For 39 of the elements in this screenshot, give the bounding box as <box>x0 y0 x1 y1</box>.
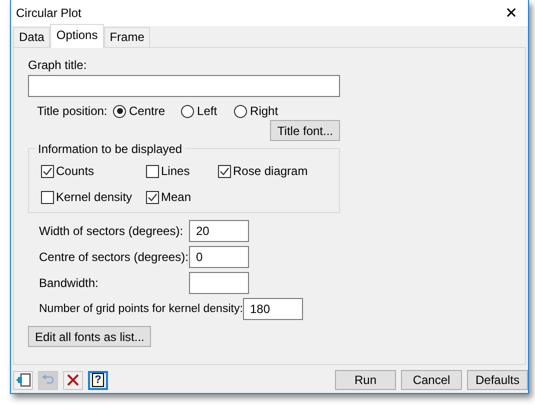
checkbox[interactable]: Mean <box>146 190 218 204</box>
radio-button[interactable]: Right <box>234 104 278 118</box>
edit-fonts-button[interactable]: Edit all fonts as list... <box>28 326 152 347</box>
field-label: Centre of sectors (degrees): <box>39 250 189 264</box>
group-legend: Information to be displayed <box>35 142 186 156</box>
transfer-icon <box>15 373 31 387</box>
clear-button[interactable] <box>63 370 83 390</box>
tab[interactable]: Data <box>13 27 50 47</box>
cancel-button[interactable]: Cancel <box>401 370 462 390</box>
field-label: Number of grid points for kernel density: <box>39 303 243 315</box>
field-label: Graph title: <box>28 58 87 72</box>
number-field[interactable] <box>189 272 249 294</box>
radio-button[interactable]: Centre <box>113 104 166 118</box>
field-label: Title position: <box>37 104 108 118</box>
run-button[interactable]: Run <box>335 370 396 390</box>
close-button[interactable]: ✕ <box>505 4 518 22</box>
number-field[interactable]: 180 <box>243 298 303 320</box>
checkbox[interactable]: Lines <box>146 164 218 178</box>
close-icon <box>67 374 79 386</box>
radio-button[interactable]: Left <box>181 104 218 118</box>
field-label: Width of sectors (degrees): <box>39 224 184 238</box>
checkbox[interactable]: Kernel density <box>41 190 146 204</box>
tab[interactable]: Frame <box>104 27 150 47</box>
window-title: Circular Plot <box>16 6 82 20</box>
undo-icon <box>41 374 55 386</box>
number-field[interactable]: 0 <box>189 246 249 268</box>
check-icon <box>42 166 53 176</box>
number-field[interactable]: 20 <box>189 220 249 242</box>
defaults-button[interactable]: Defaults <box>467 370 528 390</box>
title-font-button[interactable]: Title font... <box>270 120 340 141</box>
field-label: Bandwidth: <box>39 276 100 290</box>
check-icon <box>147 192 158 202</box>
graph-title-field[interactable] <box>28 75 340 97</box>
check-icon <box>219 166 230 176</box>
transfer-button[interactable] <box>13 370 33 390</box>
help-button[interactable]: ? <box>88 370 108 390</box>
tab[interactable]: Options <box>50 24 104 48</box>
checkbox[interactable]: Counts <box>41 164 146 178</box>
checkbox[interactable]: Rose diagram <box>218 164 339 178</box>
